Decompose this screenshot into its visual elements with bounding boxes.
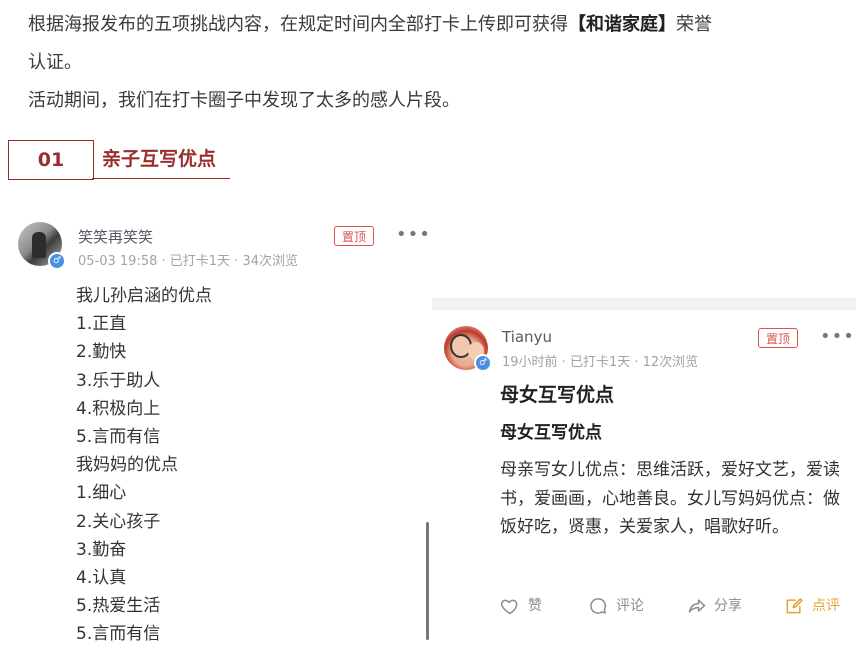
intro-line-2: 认证。: [28, 52, 82, 73]
section-header: 01 亲子互写优点: [8, 140, 230, 180]
post-line: 5.热爱生活: [76, 596, 161, 617]
post-card-right: ♂ Tianyu 19小时前 · 已打卡1天 · 12次浏览 置顶 ••• 母女…: [432, 298, 856, 644]
intro-line-1: 根据海报发布的五项挑战内容，在规定时间内全部打卡上传即可获得【和谐家庭】荣誉: [28, 6, 858, 44]
edit-note-icon: [786, 598, 803, 614]
intro-line-1-tail: 荣誉: [676, 14, 712, 35]
intro-line-1-text: 根据海报发布的五项挑战内容，在规定时间内全部打卡上传即可获得: [28, 14, 568, 35]
username[interactable]: Tianyu: [502, 328, 552, 346]
intro-line-3: 活动期间，我们在打卡圈子中发现了太多的感人片段。: [28, 90, 460, 111]
post-card-left: ♂ 笑笑再笑笑 05-03 19:58 · 已打卡1天 · 34次浏览 置顶 •…: [14, 214, 430, 654]
post-line: 2.勤快: [76, 342, 127, 363]
pinned-badge: 置顶: [758, 328, 798, 348]
post-line: 我儿孙启涵的优点: [76, 286, 212, 306]
username[interactable]: 笑笑再笑笑: [78, 226, 153, 247]
post-meta: 19小时前 · 已打卡1天 · 12次浏览: [502, 355, 699, 370]
post-line: 我妈妈的优点: [76, 455, 178, 476]
post-body: 母亲写女儿优点：思维活跃，爱好文艺，爱读书，爱画画，心地善良。女儿写妈妈优点：做…: [500, 460, 840, 537]
action-bar: 赞 评论 分享 点评: [432, 594, 856, 618]
post-line: 3.乐于助人: [76, 370, 161, 391]
more-options-icon[interactable]: •••: [396, 226, 431, 244]
pinned-badge: 置顶: [334, 226, 374, 246]
section-underline: [92, 178, 230, 179]
post-line: 4.认真: [76, 567, 127, 588]
post-line: 5.言而有信: [76, 426, 161, 447]
intro-text: 根据海报发布的五项挑战内容，在规定时间内全部打卡上传即可获得【和谐家庭】荣誉 认…: [28, 6, 858, 120]
checkin-label: 点评: [812, 598, 840, 614]
post-meta: 05-03 19:58 · 已打卡1天 · 34次浏览: [78, 254, 298, 269]
post-subtitle: 母女互写优点: [500, 423, 602, 443]
post-line: 4.积极向上: [76, 398, 161, 419]
heart-icon: [500, 599, 518, 615]
male-icon: ♂: [474, 354, 492, 372]
comment-bubble-icon: [590, 598, 607, 614]
share-label: 分享: [714, 598, 742, 614]
post-line: 1.正直: [76, 314, 127, 335]
like-label: 赞: [528, 598, 542, 614]
section-number: 01: [8, 140, 94, 180]
post-title: 母女互写优点: [500, 384, 615, 406]
honor-name: 【和谐家庭】: [568, 14, 676, 35]
post-line: 5.言而有信: [76, 624, 161, 645]
scrollbar[interactable]: [426, 522, 429, 640]
post-line: 1.细心: [76, 483, 127, 504]
section-title: 亲子互写优点: [102, 148, 217, 170]
comment-label: 评论: [616, 598, 644, 614]
post-line: 2.关心孩子: [76, 511, 161, 532]
post-line: 3.勤奋: [76, 539, 127, 560]
share-arrow-icon: [688, 599, 706, 613]
more-options-icon[interactable]: •••: [820, 328, 855, 346]
card-separator: [432, 298, 856, 310]
male-icon: ♂: [48, 252, 66, 270]
post-content: 我儿孙启涵的优点 1.正直 2.勤快 3.乐于助人 4.积极向上 5.言而有信 我妈妈的优点…: [76, 282, 212, 648]
